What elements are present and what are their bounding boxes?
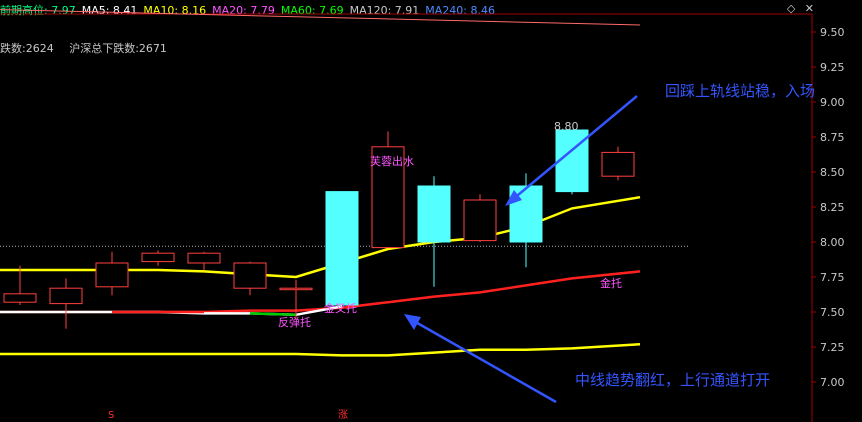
- bottom-mark-0: S: [108, 410, 114, 421]
- y-tick-label-1: 9.25: [820, 61, 845, 74]
- bottom-mark-1: 涨: [338, 409, 348, 421]
- candle-body-1: [49, 287, 83, 305]
- candle-body-4: [187, 252, 221, 264]
- y-tick-label-5: 8.25: [820, 201, 845, 214]
- y-tick-label-0: 9.50: [820, 26, 845, 39]
- y-tick-label-8: 7.50: [820, 306, 845, 319]
- ma-green-segment: [249, 312, 297, 317]
- candle-body-6: [279, 287, 313, 291]
- callout-arrow-1: [411, 318, 557, 404]
- candle-body-13: [601, 151, 635, 177]
- candle-body-10: [463, 199, 497, 242]
- candle-body-3: [141, 252, 175, 263]
- callout-arrowhead-1: [404, 314, 421, 330]
- y-tick-label-3: 8.75: [820, 131, 845, 144]
- candlestick-chart: 9.50 9.25 9.00 8.75 8.50 8.25 8.00 7.75 7.50 7.25…: [0, 9, 845, 422]
- callout-text-1: 中线趋势翻红，上行通道打开: [575, 371, 770, 389]
- annotation-4: 8.80: [554, 120, 579, 133]
- annotation-1: 反弹托: [278, 315, 311, 329]
- y-tick-label-6: 8.00: [820, 236, 845, 249]
- candle-body-9: [417, 185, 451, 243]
- ma-series-2: [0, 342, 641, 357]
- y-tick-label-7: 7.75: [820, 271, 845, 284]
- trend-line: [0, 9, 641, 26]
- candle-body-2: [95, 262, 129, 288]
- annotation-2: 金叉托: [324, 301, 357, 315]
- candle-body-7: [325, 191, 359, 306]
- y-tick-label-2: 9.00: [820, 96, 845, 109]
- y-tick-label-10: 7.00: [820, 376, 845, 389]
- annotation-3: 金托: [600, 276, 622, 290]
- callout-text-0: 回踩上轨线站稳，入场: [665, 82, 815, 100]
- candle-body-5: [233, 262, 267, 289]
- annotation-0: 芙蓉出水: [370, 154, 414, 168]
- candle-body-0: [3, 293, 37, 303]
- y-tick-label-4: 8.50: [820, 166, 845, 179]
- y-tick-label-9: 7.25: [820, 341, 845, 354]
